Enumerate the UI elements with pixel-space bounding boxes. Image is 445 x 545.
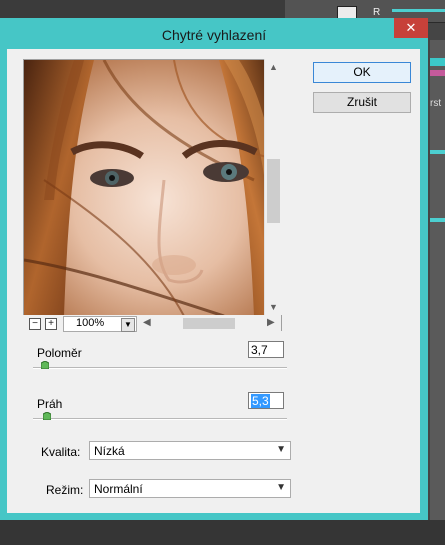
ok-button[interactable]: OK <box>313 62 411 83</box>
title-bar[interactable]: Chytré vyhlazení ✕ <box>0 18 428 50</box>
horizontal-scroll-thumb[interactable] <box>183 318 235 329</box>
threshold-label: Práh <box>37 397 63 411</box>
mode-label: Režim: <box>46 483 84 497</box>
scroll-down-arrow-icon[interactable]: ▼ <box>265 299 282 315</box>
quality-selected-value: Nízká <box>94 444 125 458</box>
scroll-left-arrow-icon[interactable]: ◀ <box>143 317 151 328</box>
preview-photo <box>24 60 281 316</box>
background-accent-bar <box>430 218 445 222</box>
quality-label: Kvalita: <box>41 445 81 459</box>
radius-label: Poloměr <box>37 346 82 360</box>
dialog-client-area: ▲ ▼ − + 100% ▼ ◀ ▶ OK Zrušit Poloměr 3,7… <box>7 49 420 513</box>
background-status-bar <box>0 520 445 545</box>
channel-label: R <box>373 7 381 18</box>
zoom-level-value: 100% <box>76 317 105 329</box>
radius-slider-track[interactable] <box>33 367 287 369</box>
scroll-right-arrow-icon[interactable]: ▶ <box>267 317 275 328</box>
cancel-button[interactable]: Zrušit <box>313 92 411 113</box>
background-accent-bar <box>430 70 445 76</box>
channel-slider[interactable] <box>392 9 445 12</box>
preview-vertical-scrollbar[interactable]: ▲ ▼ <box>264 59 282 315</box>
background-accent-bar <box>430 150 445 154</box>
zoom-in-button[interactable]: + <box>45 318 57 330</box>
radius-value: 3,7 <box>251 343 268 357</box>
mode-select[interactable]: Normální ▼ <box>89 479 291 498</box>
chevron-down-icon: ▼ <box>276 444 286 455</box>
preview-panel[interactable] <box>23 59 282 331</box>
radius-slider-handle[interactable] <box>40 361 49 369</box>
preview-image[interactable] <box>24 60 281 316</box>
radius-input[interactable]: 3,7 <box>248 341 284 358</box>
chevron-down-icon[interactable]: ▼ <box>121 318 135 332</box>
background-panel-text: rst <box>430 98 442 109</box>
vertical-scroll-thumb[interactable] <box>267 159 280 223</box>
mode-selected-value: Normální <box>94 482 143 496</box>
threshold-value: 5,3 <box>251 394 270 408</box>
preview-toolbar: − + 100% ▼ ◀ ▶ <box>23 315 281 332</box>
threshold-input[interactable]: 5,3 <box>248 392 284 409</box>
background-panel-edge <box>430 40 445 545</box>
smart-blur-dialog: Chytré vyhlazení ✕ ▲ ▼ − + 100% ▼ ◀ ▶ OK… <box>0 18 428 520</box>
zoom-out-button[interactable]: − <box>29 318 41 330</box>
zoom-level-field[interactable]: 100% ▼ <box>63 316 137 332</box>
quality-select[interactable]: Nízká ▼ <box>89 441 291 460</box>
scroll-up-arrow-icon[interactable]: ▲ <box>265 59 282 75</box>
threshold-slider-handle[interactable] <box>43 412 52 420</box>
background-accent-bar <box>430 58 445 66</box>
close-button[interactable]: ✕ <box>394 18 428 38</box>
chevron-down-icon: ▼ <box>276 482 286 493</box>
threshold-slider-track[interactable] <box>33 418 287 420</box>
dialog-title: Chytré vyhlazení <box>161 27 267 43</box>
